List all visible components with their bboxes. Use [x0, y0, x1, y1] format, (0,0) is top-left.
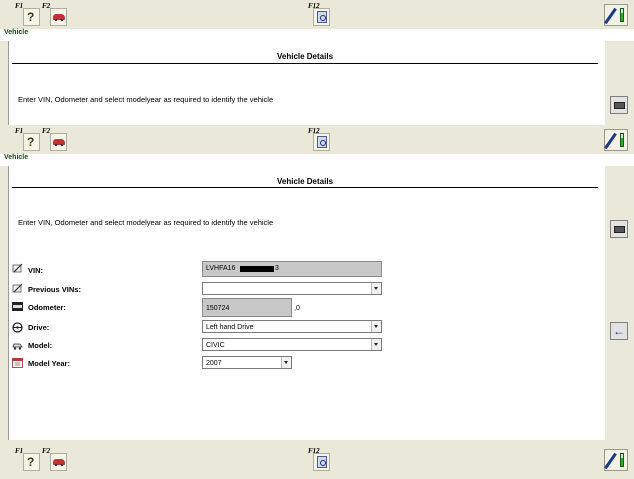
- pen-tool-icon: [604, 452, 617, 470]
- vin-redaction: [240, 266, 274, 272]
- keyboard-icon: [614, 102, 625, 109]
- chevron-down-icon[interactable]: [371, 283, 381, 294]
- instruction-text: Enter VIN, Odometer and select modelyear…: [18, 95, 274, 104]
- f1-key-label: F1: [15, 127, 24, 135]
- help-button[interactable]: ?: [23, 133, 40, 151]
- vin-label: VIN:: [28, 266, 43, 275]
- pen-tool-icon: [604, 7, 617, 25]
- help-button[interactable]: ?: [23, 453, 40, 471]
- details-title: Vehicle Details: [276, 177, 334, 186]
- car-icon: [53, 459, 65, 466]
- help-icon: ?: [27, 135, 35, 149]
- pen-tool-button[interactable]: [604, 4, 628, 26]
- section-label: Vehicle: [4, 154, 29, 161]
- f2-key-label: F2: [42, 2, 51, 10]
- odometer-decimal: ,0: [294, 305, 300, 312]
- section-label: Vehicle: [4, 29, 29, 36]
- model-year-select[interactable]: 2007: [202, 356, 292, 369]
- help-icon: ?: [27, 455, 35, 469]
- model-select[interactable]: CIVIC: [202, 338, 382, 351]
- search-document-icon: [317, 11, 327, 23]
- f1-key-label: F1: [15, 447, 24, 455]
- model-label: Model:: [28, 341, 53, 350]
- chevron-down-icon[interactable]: [281, 357, 291, 368]
- search-document-icon: [317, 456, 327, 468]
- model-value: CIVIC: [206, 342, 225, 349]
- help-icon: ?: [27, 10, 35, 24]
- f12-button[interactable]: [313, 133, 330, 151]
- chevron-down-icon[interactable]: [371, 321, 381, 332]
- odometer-label: Odometer:: [28, 303, 66, 312]
- keyboard-icon: [614, 226, 625, 233]
- vin-value-suffix: 3: [275, 265, 279, 272]
- previous-vins-select[interactable]: [202, 282, 382, 295]
- odometer-field[interactable]: 150724: [202, 298, 292, 317]
- keyboard-button[interactable]: [610, 220, 628, 238]
- toolbar-bottom: F1 ? F2 F12: [0, 440, 634, 479]
- drive-value: Left hand Drive: [206, 324, 254, 331]
- back-button[interactable]: ←: [610, 322, 628, 340]
- left-gutter: [0, 166, 8, 440]
- pen-tool-button[interactable]: [604, 449, 628, 471]
- drive-label: Drive:: [28, 323, 50, 332]
- f1-key-label: F1: [15, 2, 24, 10]
- model-year-value: 2007: [206, 360, 222, 367]
- car-model-icon: [12, 343, 23, 350]
- vin-value: LVHFA16: [206, 265, 236, 272]
- instruction-text: Enter VIN, Odometer and select modelyear…: [18, 218, 274, 227]
- vehicle-button[interactable]: [50, 453, 67, 471]
- f12-button[interactable]: [313, 8, 330, 26]
- status-led-icon: [620, 8, 624, 22]
- drive-select[interactable]: Left hand Drive: [202, 320, 382, 333]
- vehicle-details-panel: [8, 166, 606, 440]
- toolbar-top: F1 ? F2 F12: [0, 0, 634, 29]
- status-led-icon: [620, 133, 624, 147]
- help-button[interactable]: ?: [23, 8, 40, 26]
- odometer-value: 150724: [206, 305, 230, 312]
- f12-button[interactable]: [313, 453, 330, 471]
- vin-field[interactable]: LVHFA16 3: [202, 261, 382, 277]
- car-icon: [53, 14, 65, 21]
- car-icon: [53, 139, 65, 146]
- odometer-icon: [12, 302, 23, 311]
- steering-wheel-icon: [12, 322, 23, 333]
- right-gutter: [605, 166, 634, 440]
- keyboard-button[interactable]: [610, 96, 628, 114]
- section-strip: Vehicle: [0, 154, 634, 166]
- vehicle-button[interactable]: [50, 8, 67, 26]
- search-document-icon: [317, 136, 327, 148]
- title-divider: [12, 63, 598, 64]
- details-title: Vehicle Details: [276, 52, 334, 61]
- pen-tool-icon: [604, 132, 617, 150]
- vin-edit-icon: [12, 263, 23, 273]
- model-year-label: Model Year:: [28, 359, 70, 368]
- title-divider: [12, 187, 598, 188]
- chevron-down-icon[interactable]: [371, 339, 381, 350]
- toolbar-middle: F1 ? F2 F12: [0, 125, 634, 154]
- pen-tool-button[interactable]: [604, 129, 628, 151]
- previous-vins-label: Previous VINs:: [28, 285, 81, 294]
- status-led-icon: [620, 453, 624, 467]
- vehicle-button[interactable]: [50, 133, 67, 151]
- previous-vins-edit-icon: [12, 283, 23, 293]
- section-strip: Vehicle: [0, 29, 634, 41]
- calendar-icon: [12, 358, 23, 368]
- back-arrow-icon: ←: [613, 324, 625, 338]
- f2-key-label: F2: [42, 447, 51, 455]
- left-gutter: [0, 41, 8, 125]
- f2-key-label: F2: [42, 127, 51, 135]
